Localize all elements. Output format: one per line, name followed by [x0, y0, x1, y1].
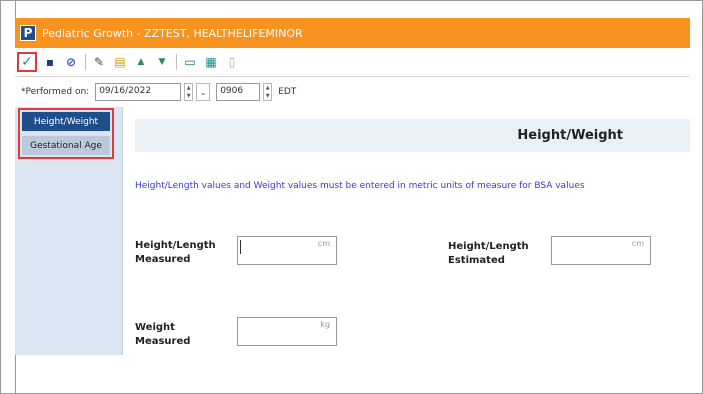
section-nav-highlight: Height/Weight Gestational Age — [18, 108, 114, 159]
nav-item-height-weight[interactable]: Height/Weight — [22, 112, 110, 131]
nav-item-gestational-age[interactable]: Gestational Age — [22, 136, 110, 155]
next-button[interactable]: ▼ — [154, 54, 170, 70]
height-estimated-label: Height/Length Estimated — [448, 240, 529, 268]
label-line: Measured — [135, 336, 191, 347]
performed-on-bar: *Performed on: 09/16/2022 ▲ ▼ ⌄ 0906 ▲ ▼… — [15, 77, 690, 107]
time-spinner[interactable]: ▲ ▼ — [263, 83, 273, 101]
spin-down-icon: ▼ — [186, 93, 191, 99]
date-dropdown[interactable]: ⌄ — [196, 83, 211, 101]
spin-up-icon: ▲ — [186, 85, 191, 91]
weight-measured-label: Weight Measured — [135, 321, 190, 349]
weight-measured-input[interactable]: kg — [237, 317, 337, 346]
chevron-down-icon: ⌄ — [199, 87, 207, 97]
floppy-disk-icon: ▪ — [45, 55, 55, 69]
form-content: Height/Weight Height/Length values and W… — [123, 107, 690, 355]
arrow-down-icon: ▼ — [158, 56, 166, 67]
height-measured-label: Height/Length Measured — [135, 239, 216, 267]
spin-down-icon: ▼ — [265, 93, 270, 99]
date-spinner[interactable]: ▲ ▼ — [184, 83, 194, 101]
window-title: Pediatric Growth - ZZTEST, HEALTHELIFEMI… — [42, 26, 303, 40]
metric-units-note: Height/Length values and Weight values m… — [135, 181, 585, 191]
label-line: Height/Length — [135, 240, 216, 251]
comment-button[interactable]: ▭ — [182, 54, 198, 70]
calculator-icon: ▦ — [205, 55, 217, 69]
unit-label: cm — [631, 239, 644, 248]
toolbar: ✓ ▪ ⊘ ✎ ▤ ▲ ▼ ▭ ▦ ▯ — [15, 48, 690, 77]
document-icon: ▤ — [114, 55, 126, 69]
app-icon: P — [20, 25, 36, 41]
comment-icon: ▭ — [184, 55, 196, 69]
no-entry-icon: ⊘ — [65, 55, 77, 69]
spin-up-icon: ▲ — [265, 85, 270, 91]
label-line: Weight — [135, 322, 175, 333]
checkmark-icon: ✓ — [21, 54, 33, 70]
save-button[interactable]: ▪ — [42, 54, 58, 70]
cancel-button[interactable]: ⊘ — [63, 54, 79, 70]
title-bar: P Pediatric Growth - ZZTEST, HEALTHELIFE… — [15, 18, 690, 48]
label-line: Measured — [135, 254, 191, 265]
height-estimated-input[interactable]: cm — [551, 236, 651, 265]
unit-label: cm — [317, 239, 330, 248]
arrow-up-icon: ▲ — [137, 56, 145, 67]
label-line: Height/Length — [448, 241, 529, 252]
page-icon: ▯ — [228, 55, 236, 69]
section-header: Height/Weight — [135, 119, 690, 152]
timezone-label: EDT — [278, 87, 297, 97]
unit-label: kg — [320, 320, 330, 329]
sign-button[interactable]: ✓ — [17, 52, 37, 72]
toolbar-separator — [85, 54, 86, 70]
text-caret — [240, 240, 241, 254]
height-measured-input[interactable]: cm — [237, 236, 337, 265]
label-line: Estimated — [448, 255, 505, 266]
document-button[interactable]: ▤ — [112, 54, 128, 70]
toolbar-separator — [176, 54, 177, 70]
section-title: Height/Weight — [517, 128, 623, 143]
section-nav-panel: Height/Weight Gestational Age — [15, 107, 123, 355]
performed-time-input[interactable]: 0906 — [216, 83, 261, 101]
tools-button[interactable]: ✎ — [91, 54, 107, 70]
print-button[interactable]: ▯ — [224, 54, 240, 70]
performed-date-input[interactable]: 09/16/2022 — [95, 83, 182, 101]
pediatric-growth-window: P Pediatric Growth - ZZTEST, HEALTHELIFE… — [15, 18, 690, 355]
wand-icon: ✎ — [93, 55, 105, 69]
frame-divider — [1, 1, 16, 393]
performed-on-label: *Performed on: — [21, 87, 90, 97]
previous-button[interactable]: ▲ — [133, 54, 149, 70]
calculator-button[interactable]: ▦ — [203, 54, 219, 70]
